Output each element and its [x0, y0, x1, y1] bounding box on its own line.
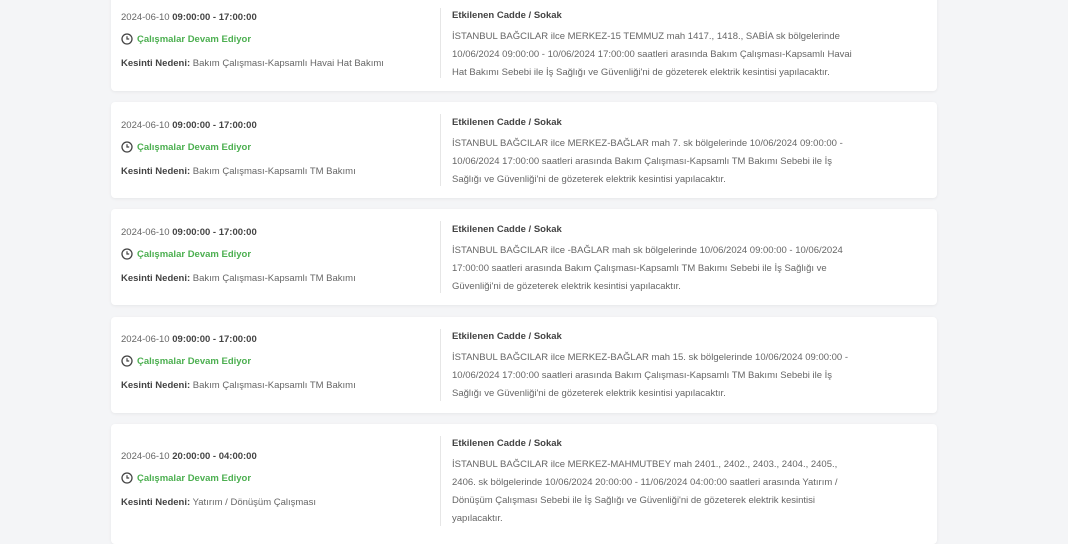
outage-card: 2024-06-10 09:00:00 - 17:00:00 Çalışmala… [111, 0, 937, 91]
outage-hours: 09:00:00 - 17:00:00 [172, 334, 257, 345]
outage-reason: Kesinti Nedeni: Yatırım / Dönüşüm Çalışm… [121, 497, 316, 508]
reason-label: Kesinti Nedeni: [121, 58, 191, 69]
affected-streets-heading: Etkilenen Cadde / Sokak [452, 117, 562, 128]
outage-hours: 20:00:00 - 04:00:00 [172, 451, 257, 462]
outage-details: Etkilenen Cadde / Sokak İSTANBUL BAĞCILA… [452, 317, 852, 413]
outage-hours: 09:00:00 - 17:00:00 [172, 12, 257, 23]
outage-date: 2024-06-10 [121, 227, 170, 238]
outage-summary: 2024-06-10 09:00:00 - 17:00:00 Çalışmala… [121, 317, 439, 413]
reason-label: Kesinti Nedeni: [121, 273, 191, 284]
outage-time: 2024-06-10 09:00:00 - 17:00:00 [121, 12, 257, 23]
outage-date: 2024-06-10 [121, 120, 170, 131]
outage-date: 2024-06-10 [121, 12, 170, 23]
outage-description: İSTANBUL BAĞCILAR ilce MERKEZ-BAĞLAR mah… [452, 138, 843, 185]
clock-icon [121, 472, 133, 484]
outage-card: 2024-06-10 20:00:00 - 04:00:00 Çalışmala… [111, 424, 937, 544]
clock-icon [121, 248, 133, 260]
status-text: Çalışmalar Devam Ediyor [137, 33, 252, 45]
affected-streets-heading: Etkilenen Cadde / Sokak [452, 438, 562, 449]
outage-summary: 2024-06-10 20:00:00 - 04:00:00 Çalışmala… [121, 424, 439, 544]
outage-summary: 2024-06-10 09:00:00 - 17:00:00 Çalışmala… [121, 0, 439, 91]
reason-label: Kesinti Nedeni: [121, 166, 191, 177]
outage-hours: 09:00:00 - 17:00:00 [172, 227, 257, 238]
reason-value: Bakım Çalışması-Kapsamlı TM Bakımı [192, 166, 356, 177]
card-divider [440, 8, 441, 78]
reason-value: Yatırım / Dönüşüm Çalışması [192, 497, 316, 508]
outage-description: İSTANBUL BAĞCILAR ilce -BAĞLAR mah sk bö… [452, 245, 843, 292]
outage-details: Etkilenen Cadde / Sokak İSTANBUL BAĞCILA… [452, 0, 852, 91]
outage-card: 2024-06-10 09:00:00 - 17:00:00 Çalışmala… [111, 102, 937, 198]
outage-time: 2024-06-10 09:00:00 - 17:00:00 [121, 120, 257, 131]
outage-time: 2024-06-10 09:00:00 - 17:00:00 [121, 334, 257, 345]
outage-description: İSTANBUL BAĞCILAR ilce MERKEZ-15 TEMMUZ … [452, 31, 852, 78]
status-badge: Çalışmalar Devam Ediyor [121, 248, 251, 260]
outage-card: 2024-06-10 09:00:00 - 17:00:00 Çalışmala… [111, 209, 937, 305]
clock-icon [121, 141, 133, 153]
outage-description: İSTANBUL BAĞCILAR ilce MERKEZ-BAĞLAR mah… [452, 352, 849, 399]
outage-summary: 2024-06-10 09:00:00 - 17:00:00 Çalışmala… [121, 209, 439, 305]
reason-label: Kesinti Nedeni: [121, 497, 191, 508]
reason-label: Kesinti Nedeni: [121, 380, 191, 391]
reason-value: Bakım Çalışması-Kapsamlı TM Bakımı [192, 380, 356, 391]
card-divider [440, 436, 441, 526]
outage-description: İSTANBUL BAĞCILAR ilce MERKEZ-MAHMUTBEY … [452, 459, 838, 524]
status-badge: Çalışmalar Devam Ediyor [121, 141, 251, 153]
outage-summary: 2024-06-10 09:00:00 - 17:00:00 Çalışmala… [121, 102, 439, 198]
outage-reason: Kesinti Nedeni: Bakım Çalışması-Kapsamlı… [121, 166, 356, 177]
outage-details: Etkilenen Cadde / Sokak İSTANBUL BAĞCILA… [452, 424, 852, 544]
status-text: Çalışmalar Devam Ediyor [137, 355, 252, 367]
reason-value: Bakım Çalışması-Kapsamlı TM Bakımı [192, 273, 356, 284]
outage-reason: Kesinti Nedeni: Bakım Çalışması-Kapsamlı… [121, 273, 356, 284]
status-badge: Çalışmalar Devam Ediyor [121, 33, 251, 45]
card-divider [440, 329, 441, 401]
outage-reason: Kesinti Nedeni: Bakım Çalışması-Kapsamlı… [121, 58, 384, 69]
outage-time: 2024-06-10 09:00:00 - 17:00:00 [121, 227, 257, 238]
outage-details: Etkilenen Cadde / Sokak İSTANBUL BAĞCILA… [452, 209, 852, 305]
card-divider [440, 221, 441, 293]
clock-icon [121, 33, 133, 45]
card-divider [440, 114, 441, 186]
outage-hours: 09:00:00 - 17:00:00 [172, 120, 257, 131]
status-badge: Çalışmalar Devam Ediyor [121, 472, 251, 484]
outage-reason: Kesinti Nedeni: Bakım Çalışması-Kapsamlı… [121, 380, 356, 391]
clock-icon [121, 355, 133, 367]
affected-streets-heading: Etkilenen Cadde / Sokak [452, 10, 562, 21]
status-text: Çalışmalar Devam Ediyor [137, 141, 252, 153]
affected-streets-heading: Etkilenen Cadde / Sokak [452, 331, 562, 342]
outage-card: 2024-06-10 09:00:00 - 17:00:00 Çalışmala… [111, 317, 937, 413]
affected-streets-heading: Etkilenen Cadde / Sokak [452, 224, 562, 235]
reason-value: Bakım Çalışması-Kapsamlı Havai Hat Bakım… [192, 58, 384, 69]
outage-date: 2024-06-10 [121, 451, 170, 462]
outage-details: Etkilenen Cadde / Sokak İSTANBUL BAĞCILA… [452, 102, 852, 198]
status-text: Çalışmalar Devam Ediyor [137, 248, 252, 260]
status-badge: Çalışmalar Devam Ediyor [121, 355, 251, 367]
outage-time: 2024-06-10 20:00:00 - 04:00:00 [121, 451, 257, 462]
status-text: Çalışmalar Devam Ediyor [137, 472, 252, 484]
outage-date: 2024-06-10 [121, 334, 170, 345]
